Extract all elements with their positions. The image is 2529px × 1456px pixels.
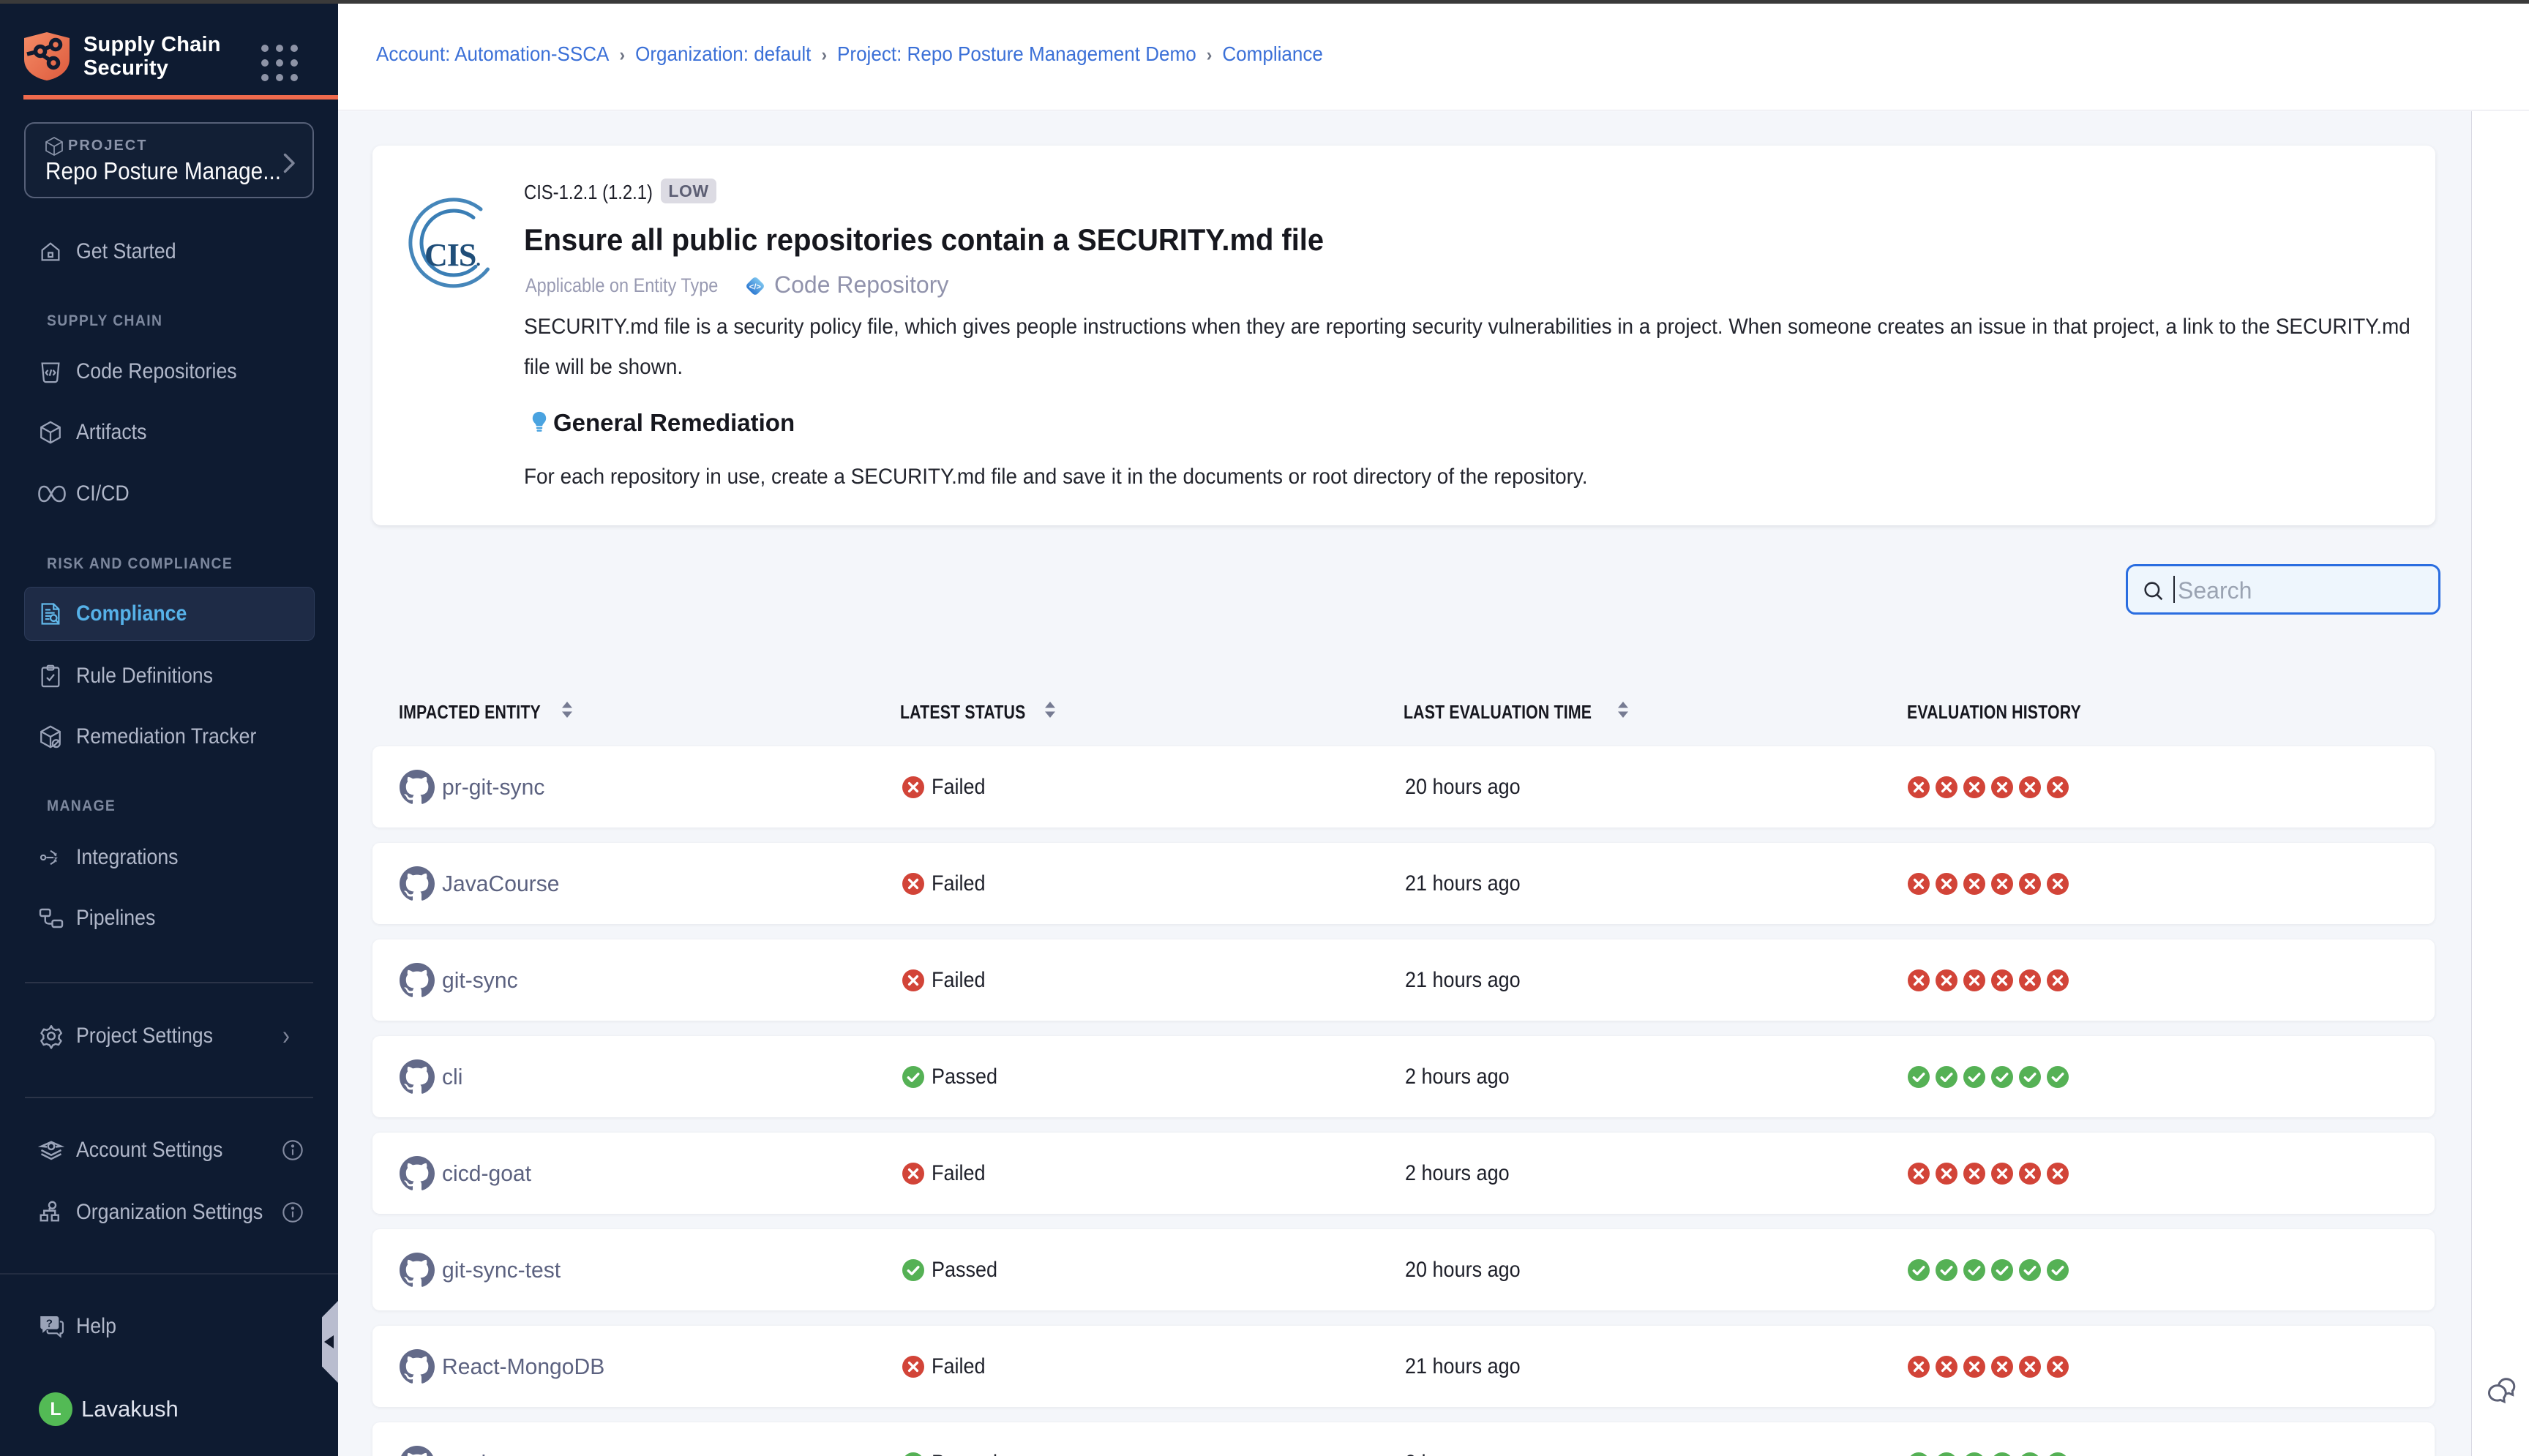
svg-text:?: ? [46, 1318, 53, 1329]
svg-text:</>: </> [749, 282, 762, 291]
svg-text:CIS.: CIS. [424, 237, 480, 273]
